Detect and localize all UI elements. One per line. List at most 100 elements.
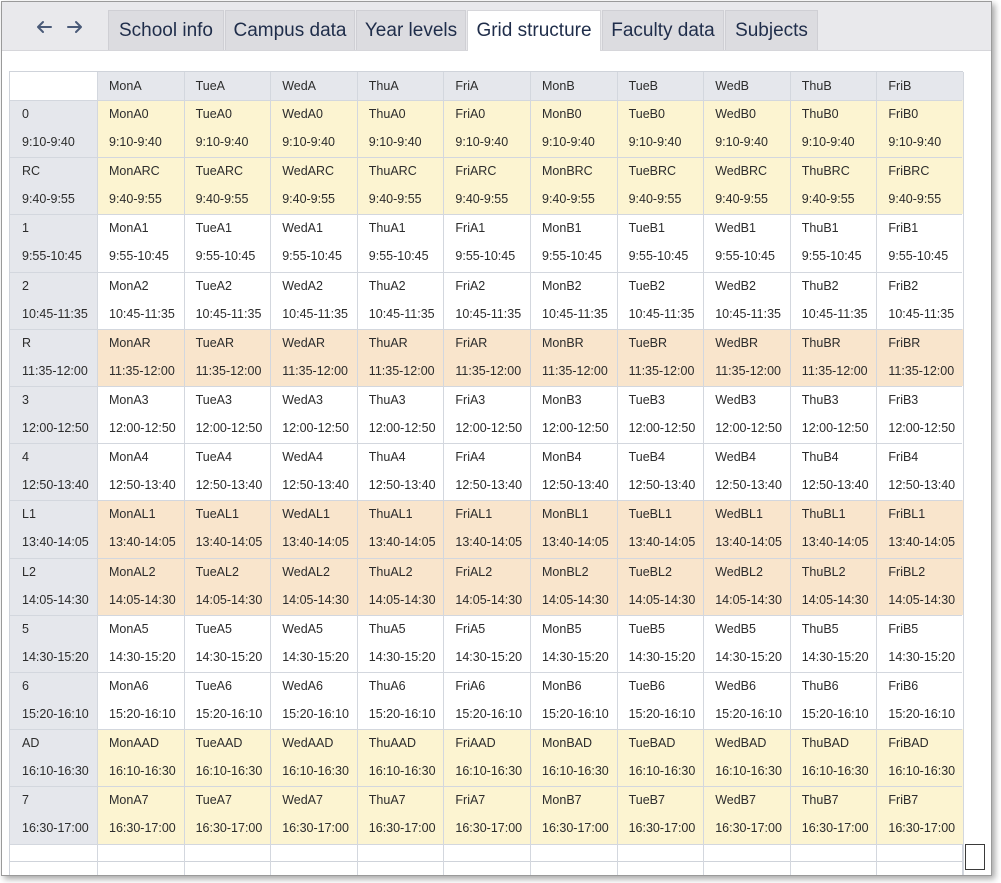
grid-cell[interactable]: TueBL1 13:40-14:05 xyxy=(617,500,704,557)
grid-cell[interactable]: WedAAD 16:10-16:30 xyxy=(270,729,357,786)
grid-cell[interactable]: TueB0 9:10-9:40 xyxy=(617,100,704,157)
grid-cell[interactable]: FriA7 16:30-17:00 xyxy=(443,786,530,843)
grid-cell[interactable]: ThuB0 9:10-9:40 xyxy=(790,100,877,157)
grid-cell[interactable]: FriA4 12:50-13:40 xyxy=(443,443,530,500)
grid-cell[interactable]: TueBAD 16:10-16:30 xyxy=(617,729,704,786)
grid-cell[interactable]: WedB4 12:50-13:40 xyxy=(703,443,790,500)
grid-cell[interactable]: TueB5 14:30-15:20 xyxy=(617,615,704,672)
row-header[interactable]: 3 12:00-12:50 xyxy=(10,386,97,443)
row-header[interactable]: 5 14:30-15:20 xyxy=(10,615,97,672)
grid-cell[interactable]: MonA6 15:20-16:10 xyxy=(97,672,184,729)
grid-cell[interactable]: WedA4 12:50-13:40 xyxy=(270,443,357,500)
grid-cell[interactable]: FriB2 10:45-11:35 xyxy=(876,272,963,329)
grid-cell[interactable]: WedA6 15:20-16:10 xyxy=(270,672,357,729)
grid-cell[interactable]: MonAAD 16:10-16:30 xyxy=(97,729,184,786)
grid-cell[interactable]: WedA5 14:30-15:20 xyxy=(270,615,357,672)
grid-cell[interactable]: MonARC 9:40-9:55 xyxy=(97,157,184,214)
column-header[interactable]: MonB xyxy=(530,72,617,100)
grid-cell[interactable]: FriA1 9:55-10:45 xyxy=(443,214,530,271)
grid-cell[interactable]: WedB3 12:00-12:50 xyxy=(703,386,790,443)
grid-cell[interactable]: MonB5 14:30-15:20 xyxy=(530,615,617,672)
grid-cell[interactable]: FriA5 14:30-15:20 xyxy=(443,615,530,672)
row-header[interactable]: 7 16:30-17:00 xyxy=(10,786,97,843)
grid-cell[interactable]: ThuA7 16:30-17:00 xyxy=(357,786,444,843)
grid-cell[interactable]: FriBAD 16:10-16:30 xyxy=(876,729,963,786)
grid-cell[interactable]: MonAL2 14:05-14:30 xyxy=(97,558,184,615)
row-header[interactable]: 2 10:45-11:35 xyxy=(10,272,97,329)
grid-cell[interactable]: FriB7 16:30-17:00 xyxy=(876,786,963,843)
column-header[interactable]: FriA xyxy=(443,72,530,100)
grid-cell[interactable]: FriBL1 13:40-14:05 xyxy=(876,500,963,557)
grid-cell[interactable]: MonB7 16:30-17:00 xyxy=(530,786,617,843)
row-header[interactable]: L1 13:40-14:05 xyxy=(10,500,97,557)
grid-cell[interactable]: ThuA5 14:30-15:20 xyxy=(357,615,444,672)
column-header[interactable]: FriB xyxy=(876,72,963,100)
column-header[interactable]: WedA xyxy=(270,72,357,100)
row-header[interactable]: 1 9:55-10:45 xyxy=(10,214,97,271)
grid-cell[interactable]: WedA0 9:10-9:40 xyxy=(270,100,357,157)
grid-cell[interactable]: ThuB6 15:20-16:10 xyxy=(790,672,877,729)
grid-cell[interactable]: ThuBRC 9:40-9:55 xyxy=(790,157,877,214)
grid-cell[interactable]: MonBL2 14:05-14:30 xyxy=(530,558,617,615)
grid-cell[interactable]: FriAAD 16:10-16:30 xyxy=(443,729,530,786)
grid-cell[interactable]: FriB6 15:20-16:10 xyxy=(876,672,963,729)
grid-cell[interactable]: ThuAL1 13:40-14:05 xyxy=(357,500,444,557)
grid-cell[interactable]: MonBR 11:35-12:00 xyxy=(530,329,617,386)
grid-cell[interactable]: ThuBL1 13:40-14:05 xyxy=(790,500,877,557)
grid-cell[interactable]: MonB3 12:00-12:50 xyxy=(530,386,617,443)
grid-cell[interactable]: TueAR 11:35-12:00 xyxy=(184,329,271,386)
grid-cell[interactable]: MonB1 9:55-10:45 xyxy=(530,214,617,271)
grid-cell[interactable]: TueB4 12:50-13:40 xyxy=(617,443,704,500)
grid-cell[interactable]: FriBL2 14:05-14:30 xyxy=(876,558,963,615)
tab-subjects[interactable]: Subjects xyxy=(725,10,818,50)
grid-cell[interactable]: ThuARC 9:40-9:55 xyxy=(357,157,444,214)
grid-cell[interactable]: FriAL1 13:40-14:05 xyxy=(443,500,530,557)
grid-cell[interactable]: WedBRC 9:40-9:55 xyxy=(703,157,790,214)
grid-cell[interactable]: MonB6 15:20-16:10 xyxy=(530,672,617,729)
grid-cell[interactable]: MonB4 12:50-13:40 xyxy=(530,443,617,500)
tab-campus-data[interactable]: Campus data xyxy=(225,10,355,50)
grid-cell[interactable]: MonA3 12:00-12:50 xyxy=(97,386,184,443)
row-header[interactable]: 0 9:10-9:40 xyxy=(10,100,97,157)
grid-cell[interactable]: WedB0 9:10-9:40 xyxy=(703,100,790,157)
grid-cell[interactable]: ThuB1 9:55-10:45 xyxy=(790,214,877,271)
grid-cell[interactable]: FriBRC 9:40-9:55 xyxy=(876,157,963,214)
grid-cell[interactable]: ThuA3 12:00-12:50 xyxy=(357,386,444,443)
grid-cell[interactable]: WedAR 11:35-12:00 xyxy=(270,329,357,386)
row-header[interactable]: RC 9:40-9:55 xyxy=(10,157,97,214)
grid-cell[interactable]: FriA2 10:45-11:35 xyxy=(443,272,530,329)
grid-cell[interactable]: TueB1 9:55-10:45 xyxy=(617,214,704,271)
grid-cell[interactable]: TueA2 10:45-11:35 xyxy=(184,272,271,329)
grid-cell[interactable]: ThuB7 16:30-17:00 xyxy=(790,786,877,843)
back-button[interactable] xyxy=(31,14,57,40)
grid-cell[interactable]: WedB2 10:45-11:35 xyxy=(703,272,790,329)
grid-cell[interactable]: WedBAD 16:10-16:30 xyxy=(703,729,790,786)
grid-cell[interactable]: TueAL1 13:40-14:05 xyxy=(184,500,271,557)
grid-cell[interactable]: TueB2 10:45-11:35 xyxy=(617,272,704,329)
grid-cell[interactable]: WedBR 11:35-12:00 xyxy=(703,329,790,386)
column-header[interactable]: WedB xyxy=(703,72,790,100)
grid-cell[interactable]: ThuBL2 14:05-14:30 xyxy=(790,558,877,615)
grid-cell[interactable]: MonA1 9:55-10:45 xyxy=(97,214,184,271)
grid-cell[interactable]: MonBAD 16:10-16:30 xyxy=(530,729,617,786)
grid-cell[interactable]: WedB6 15:20-16:10 xyxy=(703,672,790,729)
grid-cell[interactable]: TueAAD 16:10-16:30 xyxy=(184,729,271,786)
grid-cell[interactable]: MonBL1 13:40-14:05 xyxy=(530,500,617,557)
grid-cell[interactable]: FriA6 15:20-16:10 xyxy=(443,672,530,729)
scroll-corner[interactable] xyxy=(965,844,985,870)
forward-button[interactable] xyxy=(62,14,88,40)
grid-cell[interactable]: FriB1 9:55-10:45 xyxy=(876,214,963,271)
grid-cell[interactable]: TueBL2 14:05-14:30 xyxy=(617,558,704,615)
grid-cell[interactable]: ThuA1 9:55-10:45 xyxy=(357,214,444,271)
grid-cell[interactable]: WedA3 12:00-12:50 xyxy=(270,386,357,443)
grid-cell[interactable]: ThuA0 9:10-9:40 xyxy=(357,100,444,157)
grid-cell[interactable]: TueBR 11:35-12:00 xyxy=(617,329,704,386)
grid-cell[interactable]: TueA7 16:30-17:00 xyxy=(184,786,271,843)
grid-cell[interactable]: FriB3 12:00-12:50 xyxy=(876,386,963,443)
grid-cell[interactable]: ThuAAD 16:10-16:30 xyxy=(357,729,444,786)
column-header[interactable]: ThuA xyxy=(357,72,444,100)
tab-school-info[interactable]: School info xyxy=(108,10,224,50)
grid-cell[interactable]: TueB7 16:30-17:00 xyxy=(617,786,704,843)
grid-cell[interactable]: WedA1 9:55-10:45 xyxy=(270,214,357,271)
grid-cell[interactable]: ThuB4 12:50-13:40 xyxy=(790,443,877,500)
